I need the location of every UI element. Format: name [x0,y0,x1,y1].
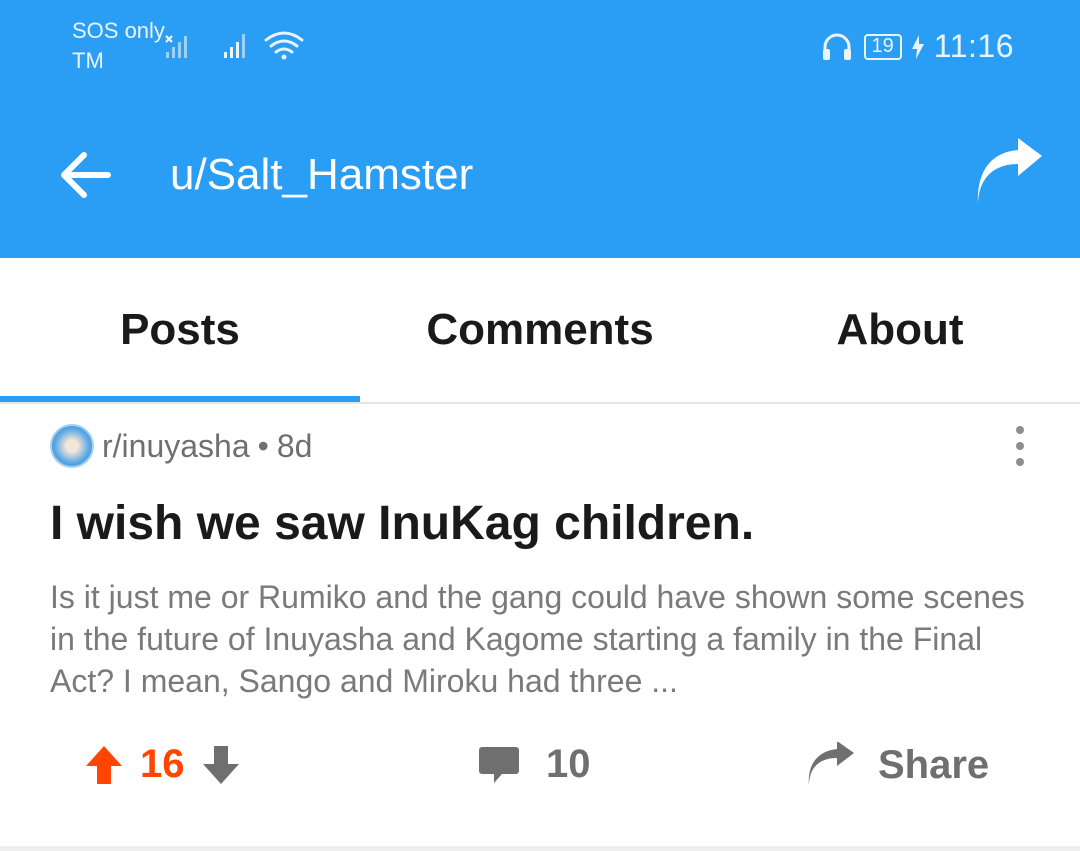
tab-about[interactable]: About [720,258,1080,402]
subreddit-avatar[interactable] [50,424,94,468]
status-right: 19 11:16 [820,28,1014,65]
share-arrow-icon [808,742,854,786]
tab-posts-label: Posts [120,305,240,354]
battery-level: 19 [871,35,894,57]
tab-about-label: About [836,305,964,354]
post-title[interactable]: I wish we saw InuKag children. [50,496,754,551]
carrier-line2: TM [72,48,104,73]
more-dot-icon [1016,458,1024,466]
clock: 11:16 [933,28,1014,64]
battery-indicator: 19 [863,33,902,60]
post-card[interactable]: r/inuyasha • 8d I wish we saw InuKag chi… [0,404,1080,844]
more-dot-icon [1016,426,1024,434]
tab-comments[interactable]: Comments [360,258,720,402]
post-meta: r/inuyasha • 8d [50,424,312,468]
share-button[interactable]: Share [806,742,989,788]
arrow-left-icon [61,152,111,198]
back-button[interactable] [56,148,114,202]
comments-button[interactable]: 10 [478,742,591,787]
share-label: Share [878,742,990,787]
comment-icon [479,746,519,783]
divider [0,846,1080,851]
share-arrow-icon [977,138,1042,206]
status-carrier: SOS only TM [72,16,165,76]
page-title: u/Salt_Hamster [170,150,474,199]
headphones-icon [822,33,851,60]
vote-controls: 16 [84,742,241,787]
more-options-button[interactable] [1008,426,1032,466]
app-header: SOS only TM 19 11:16 u/Salt_Hamster [0,0,1080,258]
more-dot-icon [1016,442,1024,450]
signal-icons [160,28,310,67]
vote-score: 16 [140,742,185,786]
post-age: 8d [276,427,313,464]
profile-tabs: Posts Comments About [0,258,1080,404]
comment-count: 10 [546,742,591,786]
post-body: Is it just me or Rumiko and the gang cou… [50,579,1025,699]
share-header-button[interactable] [974,136,1044,210]
upvote-arrow-icon[interactable] [84,744,124,786]
meta-separator: • [257,427,269,464]
carrier-line1: SOS only [72,18,165,43]
tab-posts[interactable]: Posts [0,258,360,402]
downvote-arrow-icon[interactable] [201,744,241,786]
tab-comments-label: Comments [426,305,654,354]
signal-wifi-icon [165,31,304,60]
charging-icon [911,34,924,59]
post-actions: 16 10 Share [0,742,1080,812]
subreddit-link[interactable]: r/inuyasha [102,428,250,465]
